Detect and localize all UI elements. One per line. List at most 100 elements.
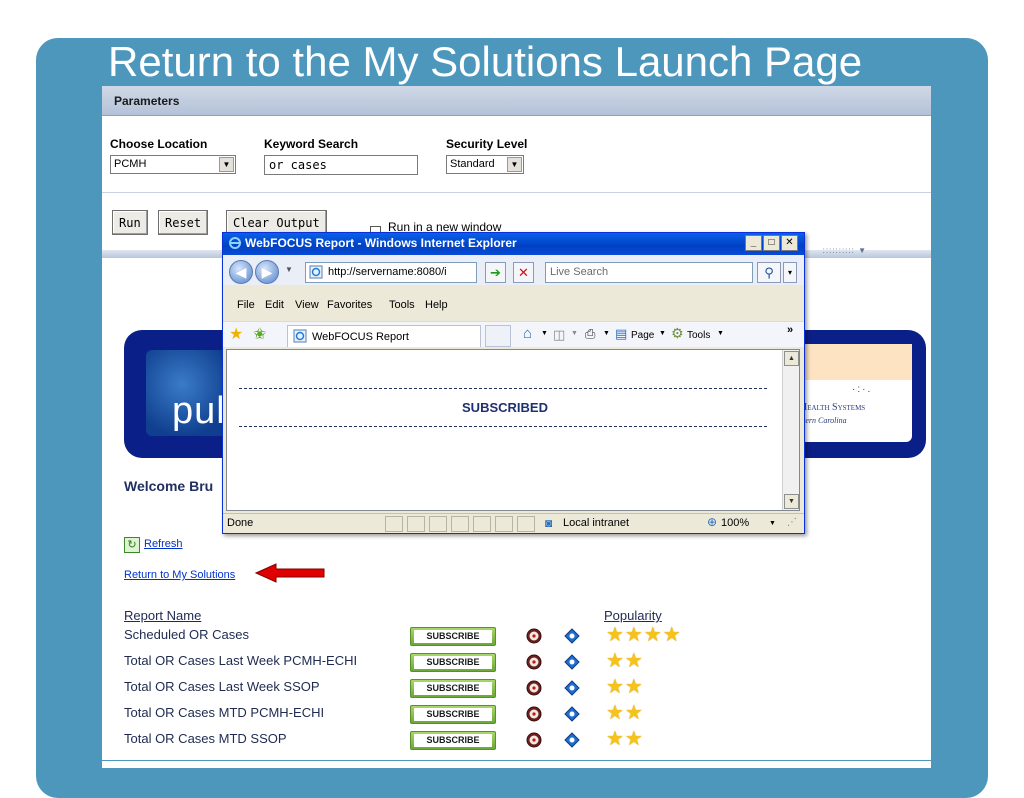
subscribe-button[interactable]: SUBSCRIBE bbox=[410, 653, 496, 672]
report-name[interactable]: Scheduled OR Cases bbox=[124, 627, 249, 642]
add-favorite-icon[interactable]: ✬ bbox=[253, 324, 266, 344]
refresh-icon[interactable]: ↻ bbox=[124, 537, 140, 553]
minimize-icon[interactable]: _ bbox=[745, 235, 762, 251]
run-report-icon[interactable] bbox=[564, 628, 580, 644]
tools-menu[interactable]: Tools bbox=[687, 330, 710, 341]
logo-top-band bbox=[798, 344, 912, 380]
address-bar[interactable]: http://servername:8080/i bbox=[305, 262, 477, 283]
favorites-star-icon[interactable]: ★ bbox=[229, 324, 243, 344]
zoom-dropdown-icon[interactable]: ▼ bbox=[769, 520, 776, 527]
security-value: Standard bbox=[450, 158, 495, 170]
subscribe-button[interactable]: SUBSCRIBE bbox=[410, 731, 496, 750]
page-dropdown-icon[interactable]: ▼ bbox=[659, 330, 666, 337]
print-dropdown-icon[interactable]: ▼ bbox=[603, 330, 610, 337]
report-name[interactable]: Total OR Cases Last Week SSOP bbox=[124, 679, 320, 694]
dropdown-arrow-icon[interactable]: ▼ bbox=[507, 157, 522, 172]
keyword-label: Keyword Search bbox=[264, 137, 359, 151]
search-options-icon[interactable]: ▾ bbox=[783, 262, 797, 283]
stop-icon[interactable]: ✕ bbox=[513, 262, 534, 283]
popularity-stars: ★★★★ bbox=[606, 624, 682, 646]
tools-dropdown-icon[interactable]: ▼ bbox=[717, 330, 724, 337]
resize-grip-icon[interactable]: ⋰ bbox=[787, 517, 797, 528]
feeds-dropdown-icon[interactable]: ▼ bbox=[571, 330, 578, 337]
security-select[interactable]: Standard ▼ bbox=[446, 155, 524, 174]
table-row: Scheduled OR Cases SUBSCRIBE ★★★★ bbox=[102, 624, 931, 651]
subscribe-button[interactable]: SUBSCRIBE bbox=[410, 679, 496, 698]
subscribe-label: SUBSCRIBE bbox=[414, 708, 492, 721]
report-name[interactable]: Total OR Cases MTD PCMH-ECHI bbox=[124, 705, 324, 720]
table-row: Total OR Cases MTD PCMH-ECHI SUBSCRIBE ★★ bbox=[102, 702, 931, 729]
welcome-text: Welcome Bru bbox=[124, 478, 214, 494]
chevron-more-icon[interactable]: » bbox=[787, 324, 793, 336]
slide-title: Return to the My Solutions Launch Page bbox=[108, 38, 863, 85]
maximize-icon[interactable]: □ bbox=[763, 235, 780, 251]
security-label: Security Level bbox=[446, 137, 528, 151]
status-segment bbox=[495, 516, 513, 532]
run-report-icon[interactable] bbox=[564, 680, 580, 696]
schedule-icon[interactable] bbox=[526, 628, 542, 644]
run-report-icon[interactable] bbox=[564, 732, 580, 748]
red-arrow-icon bbox=[254, 563, 325, 583]
menu-edit[interactable]: Edit bbox=[265, 299, 284, 311]
run-report-icon[interactable] bbox=[564, 654, 580, 670]
search-icon[interactable]: ⚲ bbox=[757, 262, 781, 283]
reset-button[interactable]: Reset bbox=[158, 210, 209, 235]
popularity-stars: ★★ bbox=[606, 676, 644, 698]
status-segment bbox=[429, 516, 447, 532]
scroll-down-icon[interactable]: ▼ bbox=[784, 494, 799, 509]
ie-popup-window[interactable]: WebFOCUS Report - Windows Internet Explo… bbox=[222, 232, 805, 534]
subscribe-label: SUBSCRIBE bbox=[414, 734, 492, 747]
home-dropdown-icon[interactable]: ▼ bbox=[541, 330, 548, 337]
subscribe-button[interactable]: SUBSCRIBE bbox=[410, 705, 496, 724]
menu-view[interactable]: View bbox=[295, 299, 319, 311]
zoom-icon[interactable]: ⊕ bbox=[707, 515, 717, 529]
splitter-grip-icon[interactable]: :::::::::: ▼ bbox=[823, 246, 867, 255]
popularity-stars: ★★ bbox=[606, 728, 644, 750]
live-search-input[interactable]: Live Search bbox=[545, 262, 753, 283]
tab-webfocus-report[interactable]: WebFOCUS Report bbox=[287, 325, 481, 347]
page-menu[interactable]: Page bbox=[631, 330, 654, 341]
refresh-link[interactable]: Refresh bbox=[144, 538, 183, 550]
menu-file[interactable]: File bbox=[237, 299, 255, 311]
report-name[interactable]: Total OR Cases MTD SSOP bbox=[124, 731, 287, 746]
print-icon[interactable]: ⎙ bbox=[585, 326, 595, 342]
popularity-header: Popularity bbox=[604, 608, 662, 623]
back-icon[interactable]: ◀ bbox=[229, 260, 253, 284]
subscribe-button[interactable]: SUBSCRIBE bbox=[410, 627, 496, 646]
schedule-icon[interactable] bbox=[526, 732, 542, 748]
dropdown-arrow-icon[interactable]: ▼ bbox=[219, 157, 234, 172]
logo-dots-icon: ·:·. bbox=[852, 384, 873, 395]
scroll-up-icon[interactable]: ▲ bbox=[784, 351, 799, 366]
location-select[interactable]: PCMH ▼ bbox=[110, 155, 236, 174]
zone-text: Local intranet bbox=[563, 517, 630, 529]
keyword-input[interactable]: or cases bbox=[264, 155, 418, 175]
tools-gear-icon[interactable]: ⚙ bbox=[671, 325, 684, 342]
schedule-icon[interactable] bbox=[526, 680, 542, 696]
popup-titlebar[interactable]: WebFOCUS Report - Windows Internet Explo… bbox=[223, 233, 804, 255]
subscribe-label: SUBSCRIBE bbox=[414, 682, 492, 695]
popularity-stars: ★★ bbox=[606, 702, 644, 724]
menu-favorites[interactable]: Favorites bbox=[327, 299, 372, 311]
return-to-my-solutions-link[interactable]: Return to My Solutions bbox=[124, 569, 235, 581]
run-report-icon[interactable] bbox=[564, 706, 580, 722]
new-tab-icon[interactable] bbox=[485, 325, 511, 347]
run-button[interactable]: Run bbox=[112, 210, 148, 235]
slide-background-edge bbox=[36, 700, 66, 768]
schedule-icon[interactable] bbox=[526, 706, 542, 722]
page-icon bbox=[309, 265, 323, 279]
schedule-icon[interactable] bbox=[526, 654, 542, 670]
home-icon[interactable]: ⌂ bbox=[523, 325, 532, 342]
menu-help[interactable]: Help bbox=[425, 299, 448, 311]
page-menu-icon[interactable]: ▤ bbox=[615, 326, 627, 342]
menu-tools[interactable]: Tools bbox=[389, 299, 415, 311]
feeds-icon[interactable]: ◫ bbox=[553, 327, 565, 343]
forward-icon[interactable]: ▶ bbox=[255, 260, 279, 284]
zoom-level[interactable]: 100% bbox=[721, 517, 749, 529]
close-icon[interactable]: ✕ bbox=[781, 235, 798, 251]
go-icon[interactable]: ➔ bbox=[485, 262, 506, 283]
vertical-scrollbar[interactable]: ▲ ▼ bbox=[782, 350, 799, 510]
history-dropdown-icon[interactable]: ▼ bbox=[285, 265, 293, 274]
report-name-header: Report Name bbox=[124, 608, 202, 623]
report-name[interactable]: Total OR Cases Last Week PCMH-ECHI bbox=[124, 653, 357, 668]
menu-bar: File Edit View Favorites Tools Help bbox=[223, 293, 804, 315]
